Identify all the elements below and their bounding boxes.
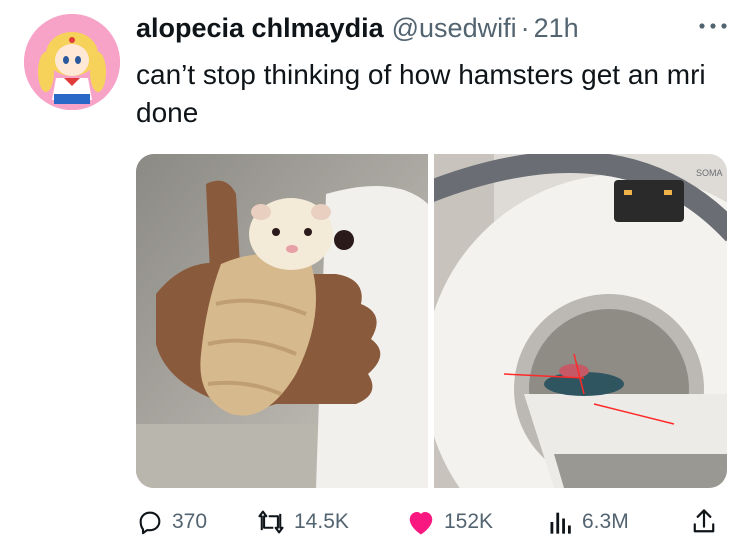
views-button[interactable]: 6.3M (548, 508, 629, 536)
like-button[interactable]: 152K (406, 508, 493, 536)
user-avatar[interactable] (24, 14, 120, 110)
more-icon (699, 23, 727, 29)
analytics-icon (550, 512, 571, 534)
hamster-photo (136, 154, 428, 488)
tweet-timestamp[interactable]: 21h (534, 13, 579, 44)
display-name[interactable]: alopecia chlmaydia (136, 13, 384, 44)
reply-count: 370 (172, 510, 208, 533)
separator-dot: · (520, 12, 530, 43)
action-bar: 370 14.5K 152K 6.3M (136, 504, 726, 540)
reply-icon (139, 511, 161, 535)
tweet-text: can’t stop thinking of how hamsters get … (136, 59, 706, 128)
mri-photo: SOMA (434, 154, 727, 488)
tweet-header: alopecia chlmaydia @usedwifi · 21h (136, 10, 730, 46)
retweet-count: 14.5K (294, 510, 349, 533)
heart-icon (409, 512, 433, 535)
view-count: 6.3M (582, 510, 629, 533)
media-image-mri[interactable]: SOMA (434, 154, 727, 488)
like-count: 152K (444, 510, 494, 533)
user-handle[interactable]: @usedwifi (392, 13, 517, 44)
share-button[interactable] (690, 507, 718, 537)
retweet-icon (258, 510, 284, 534)
retweet-button[interactable]: 14.5K (256, 508, 349, 536)
more-options-button[interactable] (696, 14, 730, 38)
tweet[interactable]: alopecia chlmaydia @usedwifi · 21h can’t… (0, 0, 750, 553)
media-grid: SOMA (136, 154, 727, 488)
scanner-brand-text: SOMA (696, 168, 723, 178)
share-icon (693, 509, 715, 533)
reply-button[interactable]: 370 (136, 508, 207, 536)
avatar-image (24, 14, 120, 110)
media-image-hamster[interactable] (136, 154, 428, 488)
